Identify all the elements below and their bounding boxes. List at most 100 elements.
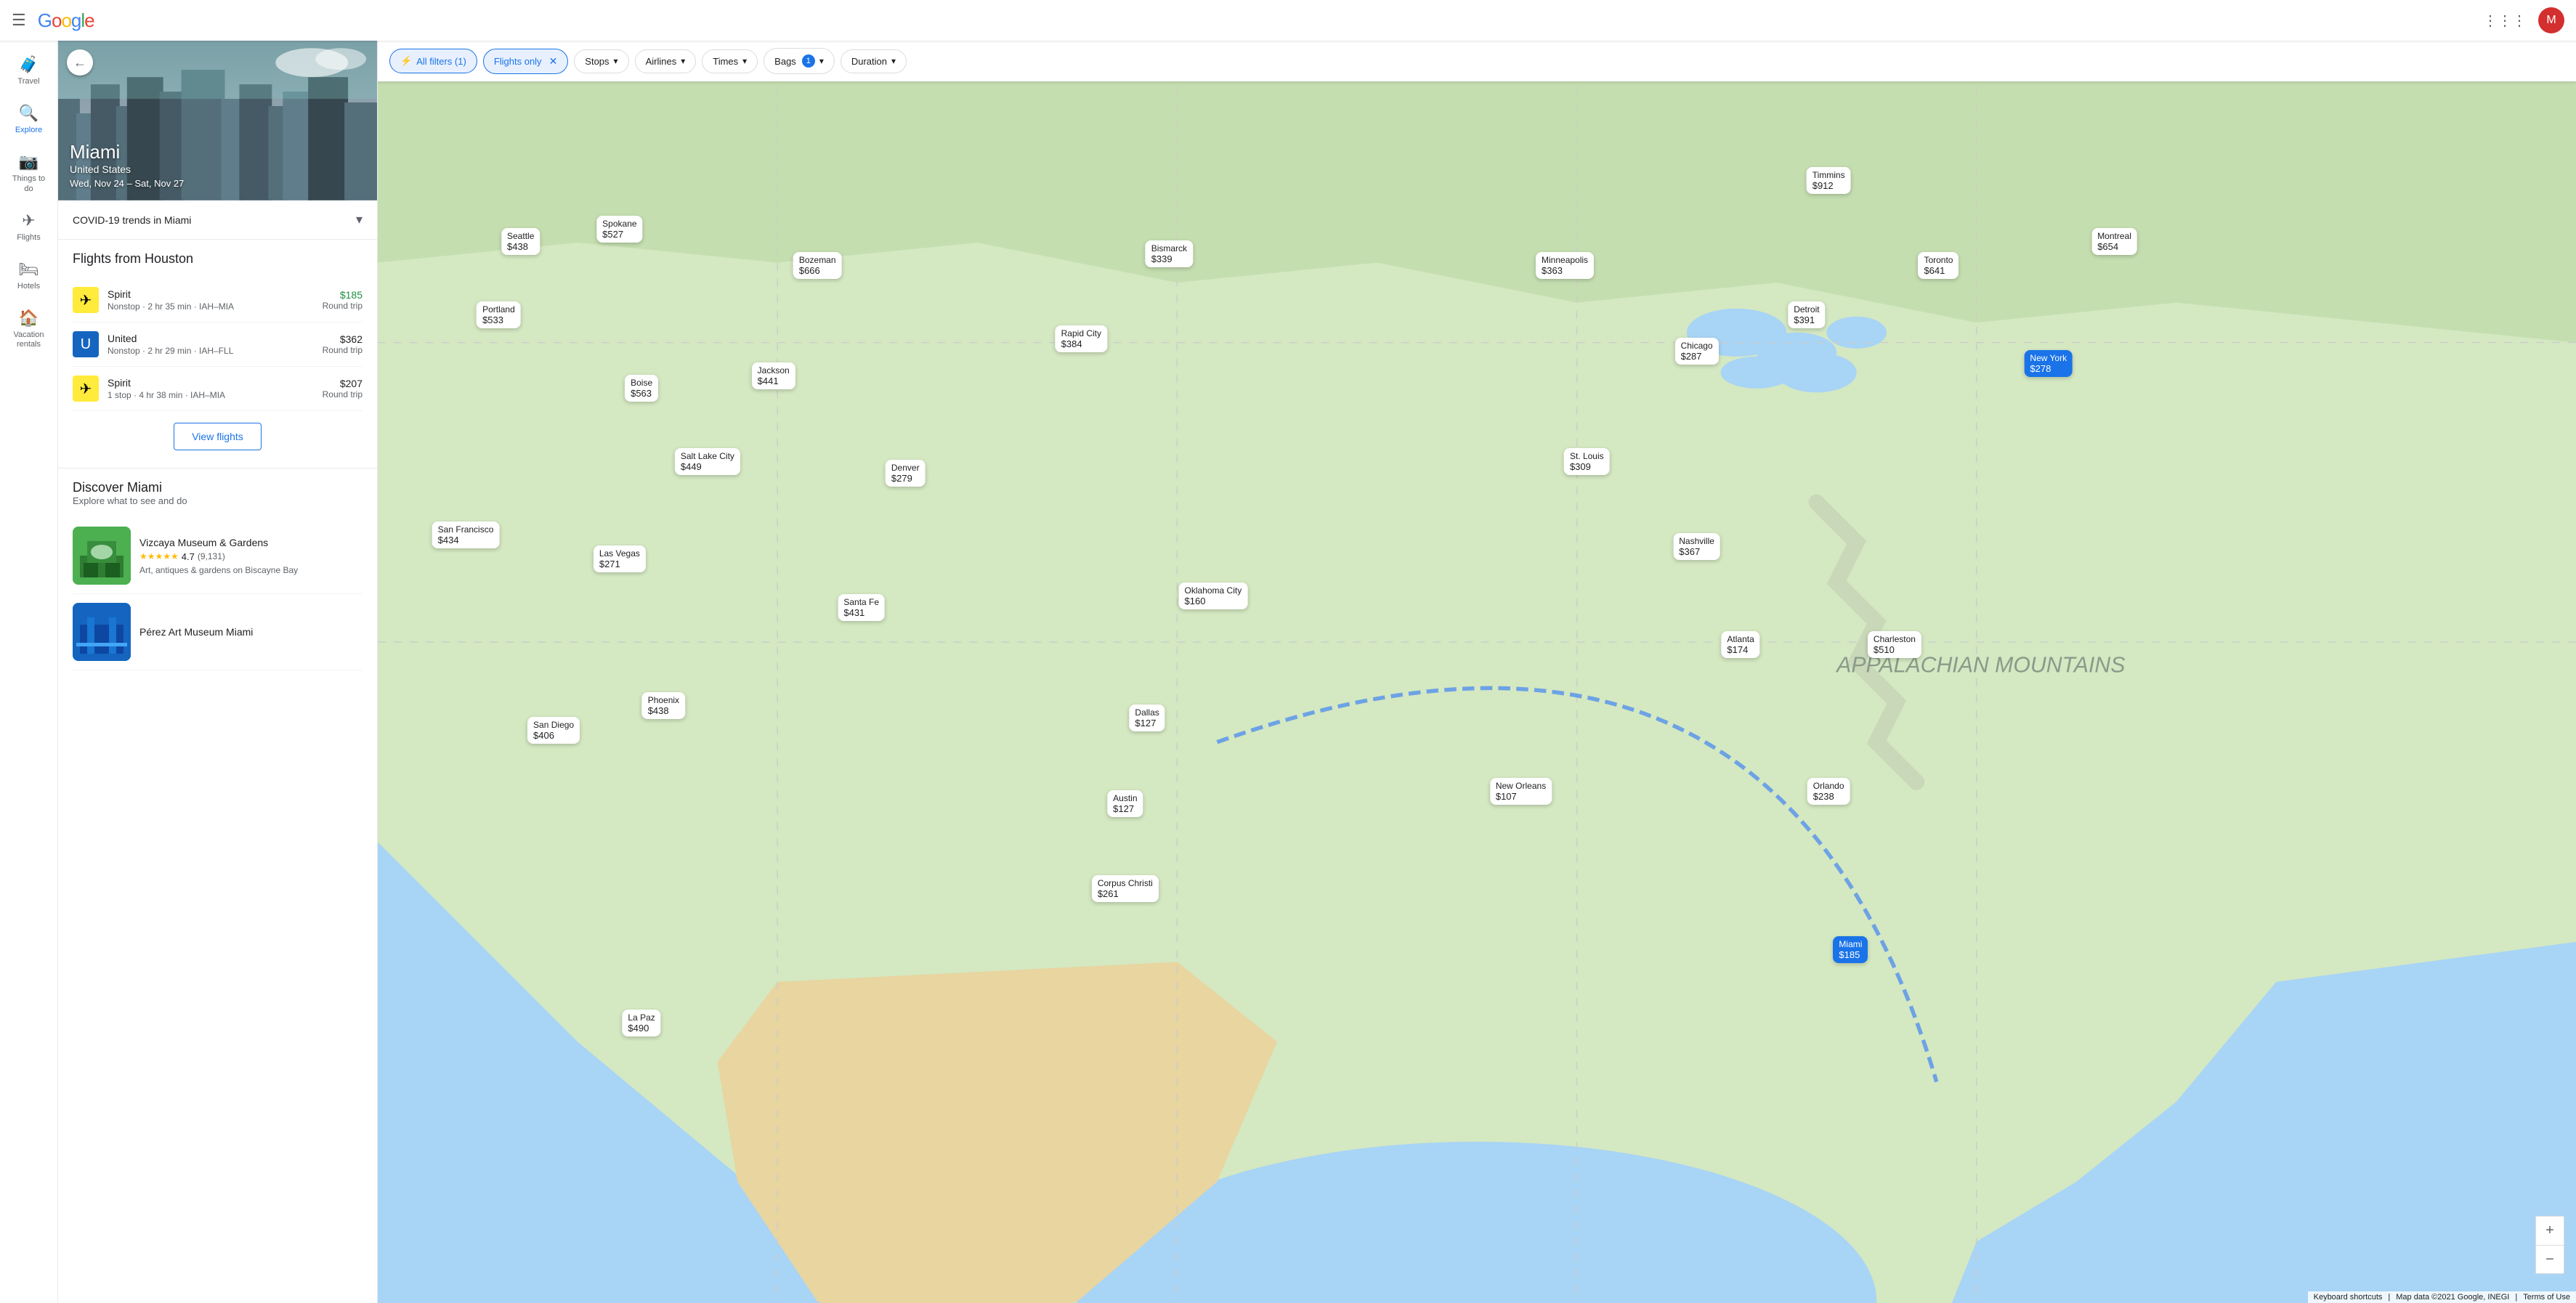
stops-button[interactable]: Stops ▾ [574,49,628,73]
covid-chevron-icon: ▾ [356,212,362,227]
discover-card[interactable]: Pérez Art Museum Miami [73,594,362,670]
city-price-label[interactable]: Miami$185 [1833,936,1868,963]
city-price-label[interactable]: New Orleans$107 [1490,778,1552,805]
city-name: Jackson [758,365,790,376]
back-button[interactable]: ← [67,49,93,76]
city-name: New Orleans [1496,781,1546,791]
city-price-label[interactable]: Bismarck$339 [1146,240,1193,267]
discover-card[interactable]: Vizcaya Museum & Gardens ★★★★★ 4.7 (9,13… [73,518,362,594]
flight-trip: Round trip [323,345,362,355]
city-name: San Francisco [438,524,494,535]
sidebar-item-travel[interactable]: 🧳 Travel [3,48,55,94]
city-price-label[interactable]: Rapid City$384 [1056,325,1107,352]
discover-section: Discover Miami Explore what to see and d… [58,468,377,676]
city-price: $271 [599,559,640,569]
sidebar-item-things-to-do[interactable]: 📷 Things to do [3,145,55,200]
view-flights-button[interactable]: View flights [174,423,262,450]
hero-dates: Wed, Nov 24 – Sat, Nov 27 [70,178,184,189]
city-price: $279 [891,473,920,484]
city-price-label[interactable]: St. Louis$309 [1564,448,1610,475]
city-price-label[interactable]: Corpus Christi$261 [1092,875,1159,902]
city-price-label[interactable]: Orlando$238 [1807,778,1850,805]
city-price: $238 [1813,791,1844,802]
city-price-label[interactable]: Phoenix$438 [642,692,685,719]
city-price: $441 [758,376,790,386]
city-price: $107 [1496,791,1546,802]
city-price-label[interactable]: San Diego$406 [527,717,580,744]
left-nav: 🧳 Travel 🔍 Explore 📷 Things to do ✈ Flig… [0,41,58,1303]
vizcaya-image [73,527,131,585]
sidebar-item-hotels[interactable]: 🛏 Hotels [3,253,55,299]
discover-subtitle: Explore what to see and do [73,495,362,506]
city-price-label[interactable]: Dallas$127 [1129,705,1165,731]
camera-icon: 📷 [19,153,39,171]
city-price-label[interactable]: Nashville$367 [1673,533,1720,560]
city-price: $391 [1794,314,1819,325]
filter-bar: ⚡ All filters (1) Flights only ✕ Stops ▾… [378,41,2576,81]
covid-section[interactable]: COVID-19 trends in Miami ▾ [58,200,377,240]
city-price-label[interactable]: Las Vegas$271 [594,545,646,572]
bags-button[interactable]: Bags 1 ▾ [764,48,835,74]
city-price-label[interactable]: Detroit$391 [1788,301,1825,328]
city-price-label[interactable]: Santa Fe$431 [838,594,885,621]
topbar: ☰ Google ⋮⋮⋮ M [0,0,2576,41]
city-price-label[interactable]: La Paz$490 [622,1010,660,1036]
zoom-out-button[interactable]: − [2535,1245,2564,1274]
flight-card[interactable]: ✈ Spirit Nonstop · 2 hr 35 min · IAH–MIA… [73,278,362,322]
city-price-label[interactable]: Denver$279 [886,460,926,487]
city-price-label[interactable]: Charleston$510 [1868,631,1921,658]
city-price-label[interactable]: Oklahoma City$160 [1179,583,1248,609]
city-price-label[interactable]: Spokane$527 [596,216,642,243]
city-price: $510 [1874,644,1916,655]
place-info: Pérez Art Museum Miami [139,626,362,638]
times-button[interactable]: Times ▾ [702,49,758,73]
flight-trip: Round trip [323,389,362,399]
airline-name: Spirit [108,288,323,300]
city-name: Bismarck [1151,243,1187,253]
flight-card[interactable]: ✈ Spirit 1 stop · 4 hr 38 min · IAH–MIA … [73,367,362,411]
city-price: $563 [631,388,652,399]
city-name: Santa Fe [843,597,879,607]
duration-button[interactable]: Duration ▾ [841,49,907,73]
city-price-label[interactable]: Toronto$641 [1918,252,1959,279]
menu-icon[interactable]: ☰ [12,11,26,30]
city-price: $434 [438,535,494,545]
city-price-label[interactable]: Chicago$287 [1675,338,1719,365]
city-price-label[interactable]: Montreal$654 [2091,228,2137,255]
city-price-label[interactable]: Bozeman$666 [793,252,842,279]
all-filters-button[interactable]: ⚡ All filters (1) [389,49,477,73]
sidebar-item-flights[interactable]: ✈ Flights [3,204,55,250]
city-price-label[interactable]: Timmins$912 [1807,167,1851,194]
grid-icon[interactable]: ⋮⋮⋮ [2483,12,2527,30]
map-data-credit: Map data ©2021 Google, INEGI [2396,1293,2509,1302]
terms-of-use-link[interactable]: Terms of Use [2523,1293,2570,1302]
city-name: Rapid City [1061,328,1101,338]
spirit-logo: ✈ [73,287,99,313]
city-price-label[interactable]: New York$278 [2024,350,2073,377]
united-logo: U [73,331,99,357]
city-price-label[interactable]: Salt Lake City$449 [675,448,740,475]
sidebar-item-explore[interactable]: 🔍 Explore [3,97,55,142]
city-price-label[interactable]: Jackson$441 [752,362,795,389]
city-price-label[interactable]: Minneapolis$363 [1536,252,1594,279]
city-price-label[interactable]: Seattle$438 [501,228,540,255]
zoom-in-button[interactable]: + [2535,1216,2564,1245]
city-price-label[interactable]: Austin$127 [1107,790,1143,817]
city-price: $261 [1098,888,1153,899]
city-name: Chicago [1681,341,1713,351]
flights-only-button[interactable]: Flights only ✕ [483,49,568,74]
avatar[interactable]: M [2538,7,2564,33]
flight-card[interactable]: U United Nonstop · 2 hr 29 min · IAH–FLL… [73,322,362,367]
city-name: St. Louis [1570,451,1604,461]
city-price-label[interactable]: San Francisco$434 [432,521,500,548]
city-price-label[interactable]: Boise$563 [625,375,658,402]
city-name: Oklahoma City [1185,585,1242,596]
airlines-button[interactable]: Airlines ▾ [635,49,697,73]
sidebar-item-vacation-rentals[interactable]: 🏠 Vacation rentals [3,301,55,357]
discover-title: Discover Miami [73,480,362,495]
place-info: Vizcaya Museum & Gardens ★★★★★ 4.7 (9,13… [139,537,362,575]
flight-details: Nonstop · 2 hr 35 min · IAH–MIA [108,301,323,312]
keyboard-shortcuts[interactable]: Keyboard shortcuts [2314,1293,2383,1302]
city-price-label[interactable]: Portland$533 [477,301,521,328]
city-price-label[interactable]: Atlanta$174 [1721,631,1759,658]
